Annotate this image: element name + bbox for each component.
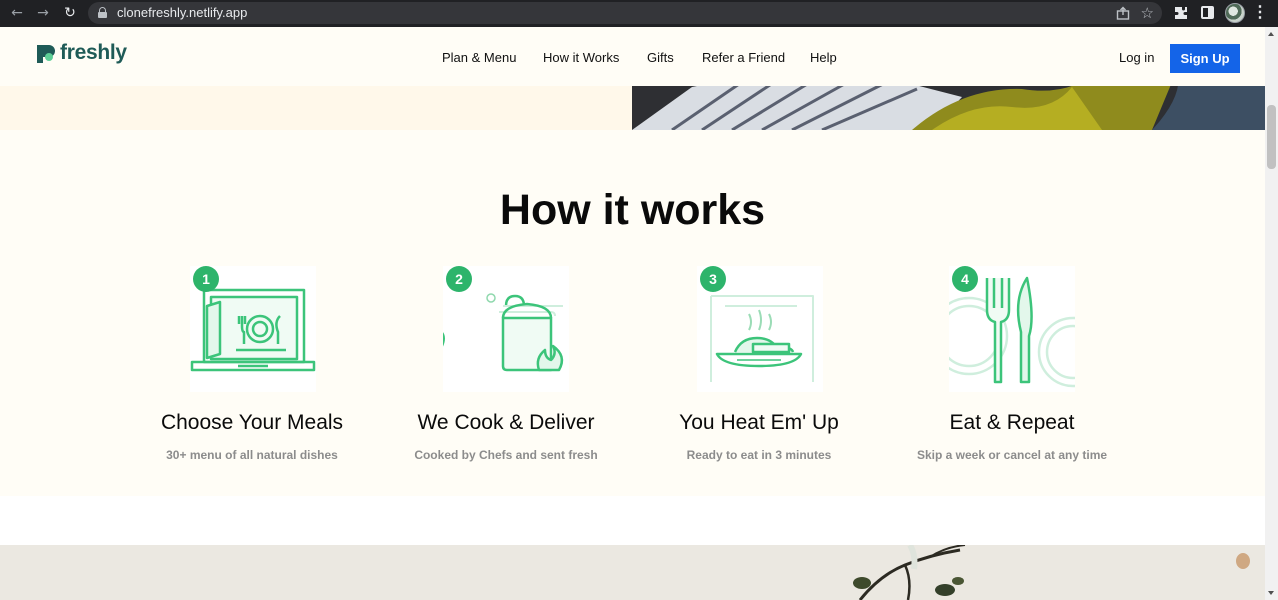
step-card: 4 Eat & Repeat Skip a week or cancel at … xyxy=(882,266,1142,486)
page: freshly Plan & Menu How it Works Gifts R… xyxy=(0,27,1265,600)
step-card: 3 You Heat Em' Up Ready to eat in 3 minu… xyxy=(629,266,889,486)
nav-link-gifts[interactable]: Gifts xyxy=(647,50,674,66)
step-number-badge: 3 xyxy=(700,266,726,292)
share-icon[interactable] xyxy=(1116,6,1130,20)
extensions-icon[interactable] xyxy=(1173,5,1189,21)
step-number-badge: 4 xyxy=(952,266,978,292)
scrollbar-thumb[interactable] xyxy=(1267,105,1276,169)
step-title: Choose Your Meals xyxy=(160,411,344,434)
scroll-down-arrow-icon[interactable] xyxy=(1268,591,1274,595)
section-title: How it works xyxy=(499,186,766,234)
reload-icon[interactable]: ↻ xyxy=(61,4,79,22)
back-arrow-icon[interactable]: ← xyxy=(8,4,26,22)
step-number-badge: 1 xyxy=(193,266,219,292)
browser-toolbar: ← → ↻ clonefreshly.netlify.app ☆ ⋮ xyxy=(0,0,1278,27)
step-subtitle: Cooked by Chefs and sent fresh xyxy=(414,448,598,462)
brand-name: freshly xyxy=(60,41,127,64)
section-spacer xyxy=(0,496,1265,546)
step-subtitle: 30+ menu of all natural dishes xyxy=(166,448,338,462)
step-title: Eat & Repeat xyxy=(949,411,1075,434)
plant-branch-photo xyxy=(0,545,1265,600)
kebab-menu-icon[interactable]: ⋮ xyxy=(1252,4,1268,22)
address-bar[interactable]: clonefreshly.netlify.app ☆ xyxy=(88,2,1162,24)
scroll-up-arrow-icon[interactable] xyxy=(1268,32,1274,36)
profile-avatar[interactable] xyxy=(1225,3,1245,23)
step-subtitle: Skip a week or cancel at any time xyxy=(916,448,1108,462)
login-link[interactable]: Log in xyxy=(1119,50,1154,66)
site-navbar: freshly Plan & Menu How it Works Gifts R… xyxy=(0,27,1265,86)
nav-link-refer-a-friend[interactable]: Refer a Friend xyxy=(702,50,785,66)
step-title: We Cook & Deliver xyxy=(417,411,595,434)
step-card: 1 Choose Your Meals 30+ menu of all natu… xyxy=(122,266,382,486)
step-number-badge: 2 xyxy=(446,266,472,292)
address-bar-url[interactable]: clonefreshly.netlify.app xyxy=(117,5,247,21)
nav-link-plan-menu[interactable]: Plan & Menu xyxy=(442,50,516,66)
side-panel-icon[interactable] xyxy=(1201,6,1214,19)
lock-icon xyxy=(98,7,107,18)
nav-link-how-it-works[interactable]: How it Works xyxy=(543,50,619,66)
how-it-works-section: How it works 1 Choose Your Meals 30+ men… xyxy=(0,130,1265,496)
step-title: You Heat Em' Up xyxy=(679,411,839,434)
signup-button[interactable]: Sign Up xyxy=(1170,44,1240,73)
step-subtitle: Ready to eat in 3 minutes xyxy=(686,448,832,462)
star-icon[interactable]: ☆ xyxy=(1141,4,1154,22)
page-scrollbar[interactable] xyxy=(1265,27,1278,600)
step-card: 2 We Cook & Deliver Cooked by Chefs and … xyxy=(376,266,636,486)
freshly-logo-icon xyxy=(37,45,55,63)
nav-link-help[interactable]: Help xyxy=(810,50,837,66)
bottom-photo xyxy=(0,545,1265,600)
forward-arrow-icon[interactable]: → xyxy=(34,4,52,22)
